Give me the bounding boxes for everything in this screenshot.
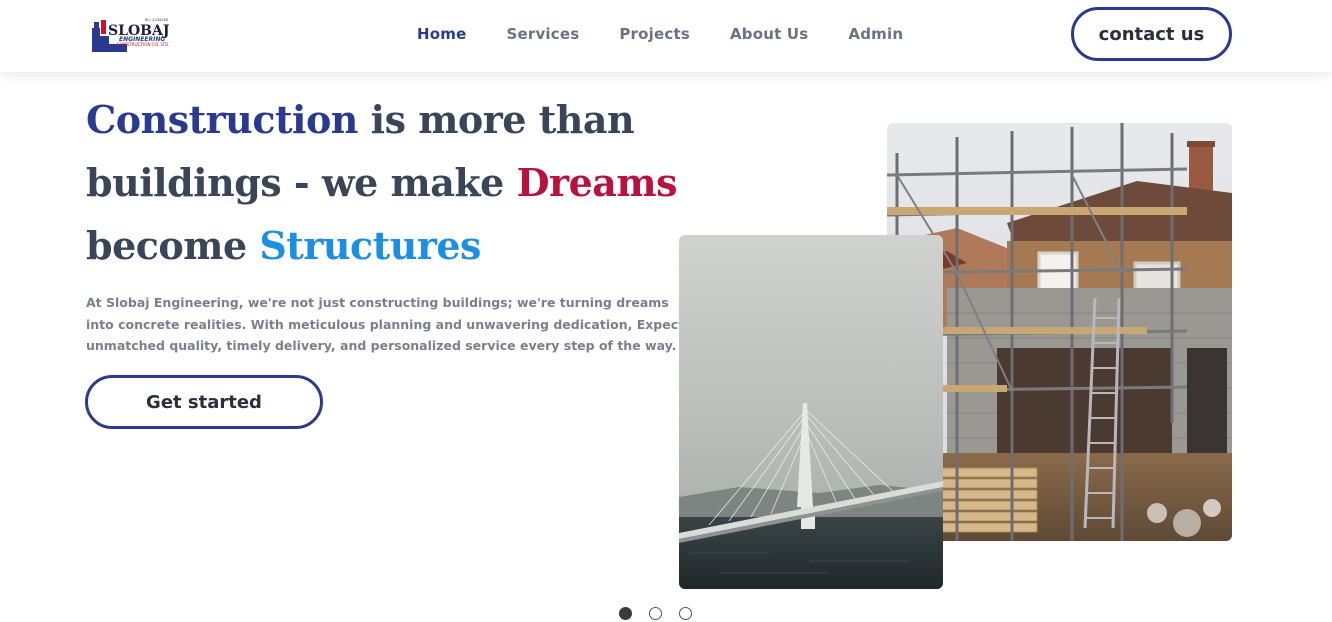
nav-services[interactable]: Services: [506, 25, 579, 43]
carousel-dot-2[interactable]: [649, 607, 662, 620]
headline-text-2: become: [86, 223, 260, 268]
hero-intro-text: At Slobaj Engineering, we're not just co…: [86, 295, 685, 353]
nav-about-us[interactable]: About Us: [730, 25, 808, 43]
main-nav: Home Services Projects About Us Admin: [417, 25, 903, 43]
headline-word-structures: Structures: [259, 223, 481, 268]
hero-headline: Construction is more than buildings - we…: [86, 88, 686, 277]
nav-projects[interactable]: Projects: [619, 25, 690, 43]
carousel-indicators: [619, 607, 692, 620]
nav-admin[interactable]: Admin: [848, 25, 903, 43]
carousel-dot-3[interactable]: [679, 607, 692, 620]
slobaj-logo[interactable]: SLOBAJ ENGINEERING CONSTRUCTION CO. LTD.…: [89, 14, 189, 56]
svg-text:RC: 1234250: RC: 1234250: [145, 18, 169, 22]
headline-word-dreams: Dreams: [516, 160, 678, 205]
site-header: SLOBAJ ENGINEERING CONSTRUCTION CO. LTD.…: [0, 0, 1332, 72]
carousel-dot-1[interactable]: [619, 607, 632, 620]
get-started-button[interactable]: Get started: [85, 375, 323, 429]
bridge-in-fog-image: [679, 235, 943, 589]
headline-word-construction: Construction: [86, 97, 358, 142]
svg-text:CONSTRUCTION CO. LTD.: CONSTRUCTION CO. LTD.: [117, 42, 170, 47]
nav-home[interactable]: Home: [417, 25, 466, 43]
contact-us-button[interactable]: contact us: [1071, 7, 1232, 61]
